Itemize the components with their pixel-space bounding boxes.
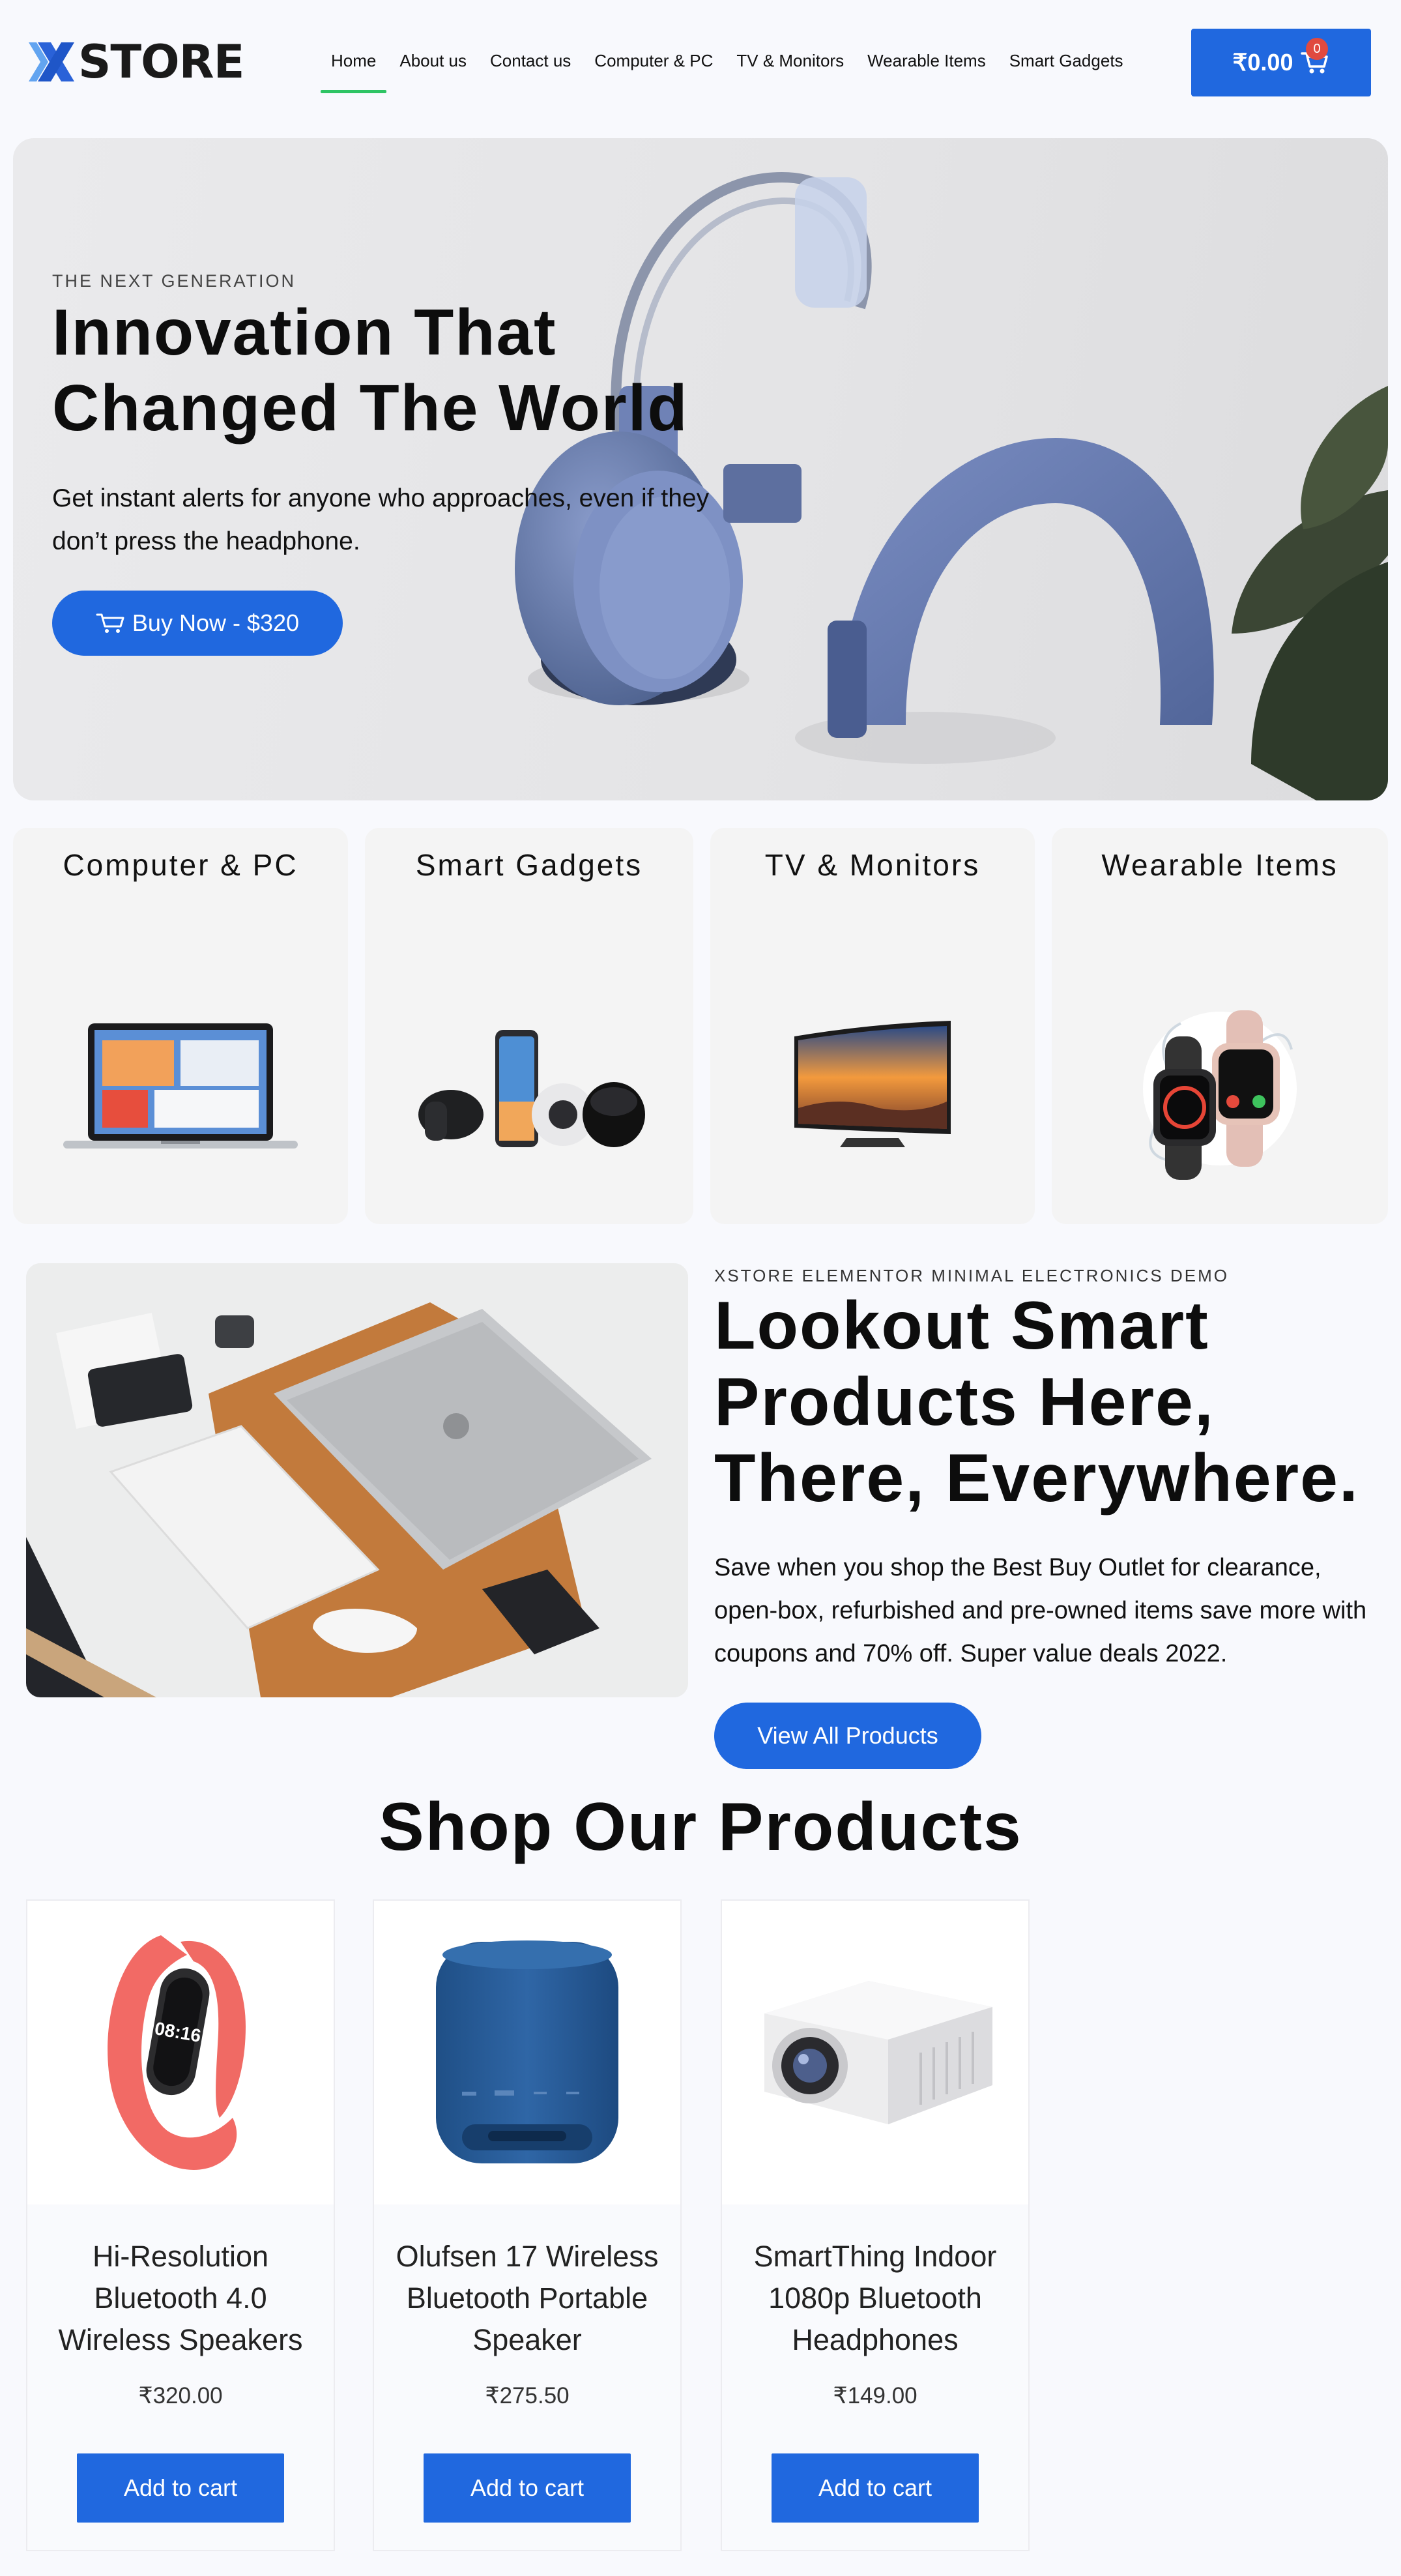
category-smart-gadgets[interactable]: Smart Gadgets: [365, 828, 693, 1224]
nav-smart-gadgets[interactable]: Smart Gadgets: [998, 47, 1135, 75]
laptop-image: [63, 1023, 298, 1149]
hero-eyebrow: THE NEXT GENERATION: [52, 271, 296, 291]
add-to-cart-button[interactable]: Add to cart: [772, 2453, 979, 2523]
nav-wearable-items[interactable]: Wearable Items: [856, 47, 998, 75]
tv-image: [794, 1021, 951, 1147]
site-logo[interactable]: STORE: [29, 39, 244, 85]
site-header: STORE Home About us Contact us Computer …: [0, 0, 1401, 130]
product-card: SmartThing Indoor 1080p Bluetooth Headph…: [721, 1899, 1030, 2551]
desk-illustration: [26, 1263, 688, 1697]
hero-description: Get instant alerts for anyone who approa…: [52, 484, 710, 555]
fitness-band-image: 08:16: [108, 1935, 246, 2170]
category-title: TV & Monitors: [764, 848, 981, 882]
promo-eyebrow: XSTORE ELEMENTOR MINIMAL ELECTRONICS DEM…: [714, 1266, 1229, 1285]
products-section-title: Shop Our Products: [379, 1789, 1022, 1865]
cart-icon: [96, 613, 124, 633]
product-card: Olufsen 17 Wireless Bluetooth Portable S…: [373, 1899, 682, 2551]
hero-banner: THE NEXT GENERATION Innovation That Chan…: [13, 138, 1388, 800]
product-price: ₹149.00: [833, 2383, 917, 2408]
nav-about-us[interactable]: About us: [388, 47, 478, 75]
category-title: Wearable Items: [1101, 848, 1338, 882]
promo-title-line-3: There, Everywhere.: [714, 1441, 1359, 1516]
product-price: ₹275.50: [485, 2383, 570, 2408]
category-tv-monitors[interactable]: TV & Monitors: [710, 828, 1035, 1224]
cart-amount: ₹0.00: [1232, 49, 1293, 76]
product-image-link[interactable]: [374, 1901, 680, 2204]
headphones-hero-image: [515, 171, 1388, 800]
promo-description: Save when you shop the Best Buy Outlet f…: [714, 1554, 1367, 1667]
product-name[interactable]: Hi-Resolution Bluetooth 4.0 Wireless Spe…: [40, 2236, 321, 2361]
projector-image: [764, 1981, 992, 2124]
buy-now-label: Buy Now - $320: [132, 609, 300, 636]
product-name[interactable]: SmartThing Indoor 1080p Bluetooth Headph…: [735, 2236, 1015, 2361]
gadgets-image: [418, 1030, 645, 1147]
view-all-products-button[interactable]: View All Products: [714, 1703, 981, 1769]
promo-title: Lookout Smart Products Here, There, Ever…: [714, 1288, 1392, 1517]
nav-tv-monitors[interactable]: TV & Monitors: [725, 47, 856, 75]
nav-contact-us[interactable]: Contact us: [478, 47, 583, 75]
category-computer-pc[interactable]: Computer & PC: [13, 828, 348, 1224]
logo-text: STORE: [78, 35, 244, 89]
product-card: 08:16 Hi-Resolution Bluetooth 4.0 Wirele…: [26, 1899, 335, 2551]
cart-count-badge: 0: [1306, 38, 1328, 60]
category-title: Smart Gadgets: [415, 848, 643, 882]
blue-speaker-image: [436, 1940, 618, 2163]
product-image-link[interactable]: 08:16: [27, 1901, 334, 2204]
promo-title-line-1: Lookout Smart: [714, 1288, 1209, 1364]
cart-button[interactable]: ₹0.00: [1191, 29, 1371, 96]
hero-title-line-2: Changed The World: [52, 372, 689, 445]
hero-title: Innovation That Changed The World: [52, 295, 769, 446]
macbook-desk-image: [26, 1263, 688, 1697]
buy-now-button[interactable]: Buy Now - $320: [52, 591, 343, 656]
smartwatch-image: [1143, 1010, 1297, 1180]
main-nav: Home About us Contact us Computer & PC T…: [319, 47, 1135, 93]
category-wearable-items[interactable]: Wearable Items: [1052, 828, 1388, 1224]
product-name[interactable]: Olufsen 17 Wireless Bluetooth Portable S…: [387, 2236, 667, 2361]
add-to-cart-button[interactable]: Add to cart: [424, 2453, 631, 2523]
category-title: Computer & PC: [63, 848, 298, 882]
logo-x-icon: [29, 42, 74, 81]
add-to-cart-button[interactable]: Add to cart: [77, 2453, 284, 2523]
product-price: ₹320.00: [138, 2383, 223, 2408]
nav-home[interactable]: Home: [319, 47, 388, 93]
hero-title-line-1: Innovation That: [52, 296, 557, 369]
nav-computer-pc[interactable]: Computer & PC: [583, 47, 725, 75]
product-image-link[interactable]: [722, 1901, 1028, 2204]
promo-title-line-2: Products Here,: [714, 1364, 1215, 1440]
